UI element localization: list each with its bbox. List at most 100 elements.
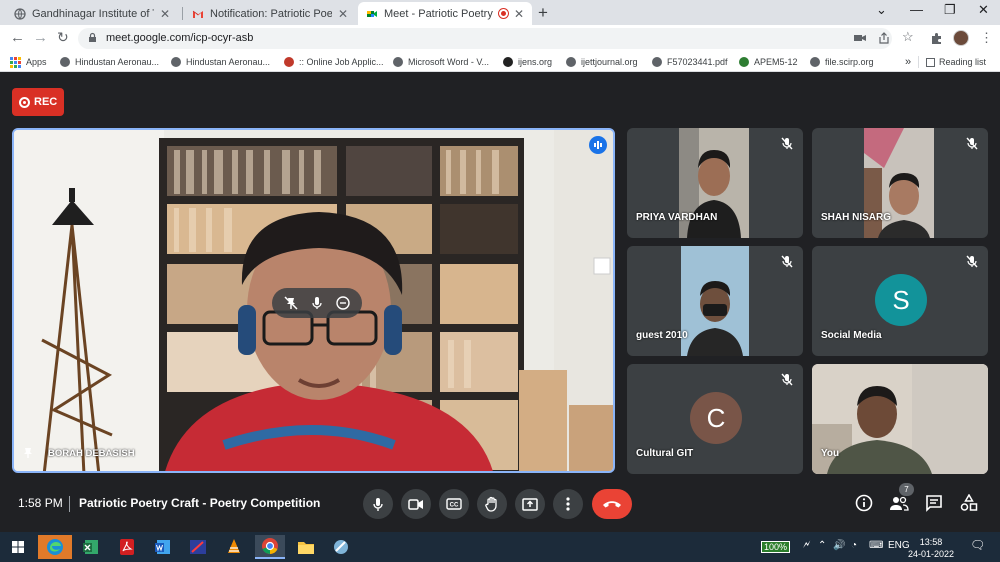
app-taskbar-button[interactable]: [326, 535, 356, 559]
menu-kebab-icon[interactable]: ⋮: [980, 30, 993, 46]
captions-icon: CC: [446, 498, 462, 510]
notification-icon[interactable]: 🗨: [970, 538, 985, 552]
meeting-controls-bar: 1:58 PM Patriotic Poetry Craft - Poetry …: [0, 485, 1000, 525]
battery-indicator[interactable]: 100%: [761, 541, 791, 553]
address-bar[interactable]: meet.google.com/icp-ocyr-asb: [78, 28, 892, 49]
meeting-details-icon[interactable]: [855, 494, 873, 512]
close-tab-icon[interactable]: ✕: [338, 7, 348, 21]
main-video-tile[interactable]: BORAH DEBASISH: [12, 128, 615, 473]
word-taskbar-button[interactable]: [148, 535, 178, 559]
present-button[interactable]: [515, 489, 545, 519]
site-icon: [503, 57, 513, 67]
leave-call-button[interactable]: [592, 489, 632, 519]
speaker-icon[interactable]: 🔊: [833, 540, 845, 551]
site-icon: [739, 57, 749, 67]
tab-title: Meet - Patriotic Poetry Craft: [384, 7, 495, 20]
meet-icon: [367, 10, 377, 17]
main-speaker-name: BORAH DEBASISH: [48, 447, 135, 459]
participant-tile-self[interactable]: You: [812, 364, 988, 474]
close-window-button[interactable]: ✕: [978, 2, 989, 18]
excel-taskbar-button[interactable]: [76, 535, 106, 559]
bookmark-item[interactable]: Microsoft Word - V...: [393, 55, 489, 69]
tab-notification[interactable]: Notification: Patriotic Poetry Craf ✕: [184, 2, 356, 25]
vlc-taskbar-button[interactable]: [219, 535, 249, 559]
microphone-button[interactable]: [363, 489, 393, 519]
bookmark-item[interactable]: APEM5-12: [739, 55, 798, 69]
people-icon[interactable]: [889, 494, 909, 512]
chat-icon[interactable]: [925, 494, 943, 512]
tab-title: Gandhinagar Institute of Technol: [32, 7, 154, 20]
edge-icon: [47, 539, 63, 555]
globe-icon: [393, 57, 403, 67]
close-tab-icon[interactable]: ✕: [160, 7, 170, 21]
file-explorer-taskbar-button[interactable]: [291, 535, 321, 559]
participant-tile[interactable]: S Social Media: [812, 246, 988, 356]
remove-icon[interactable]: [335, 296, 350, 310]
participant-tile[interactable]: PRIYA VARDHAN: [627, 128, 803, 238]
microphone-icon[interactable]: [311, 296, 323, 310]
bookmark-item[interactable]: F57023441.pdf: [652, 55, 728, 69]
edge-taskbar-button[interactable]: [38, 535, 72, 559]
bookmark-apps[interactable]: Apps: [10, 55, 47, 69]
muted-mic-icon: [781, 137, 793, 150]
more-options-button[interactable]: [553, 489, 583, 519]
tab-bar: Gandhinagar Institute of Technol ✕ Notif…: [0, 0, 1000, 25]
main-speaker-label: BORAH DEBASISH: [22, 447, 135, 459]
participant-name: Cultural GIT: [636, 448, 694, 459]
camera-in-use-icon[interactable]: [854, 33, 866, 43]
share-icon[interactable]: [878, 32, 890, 44]
globe-icon: [14, 7, 26, 20]
back-icon[interactable]: ←: [10, 29, 25, 46]
chrome-taskbar-button[interactable]: [255, 535, 285, 559]
participant-tile[interactable]: SHAH NISARG: [812, 128, 988, 238]
language-indicator[interactable]: ENG: [888, 540, 910, 551]
muted-mic-icon: [781, 373, 793, 386]
participant-name: You: [821, 448, 840, 459]
folder-icon: [298, 542, 314, 554]
wifi-icon[interactable]: ◔: [851, 540, 857, 551]
bookmark-item[interactable]: Hindustan Aeronau...: [60, 55, 159, 69]
raise-hand-button[interactable]: [477, 489, 507, 519]
avatar: C: [690, 392, 742, 444]
bookmark-item[interactable]: file.scirp.org: [810, 55, 874, 69]
more-bookmarks-button[interactable]: »: [905, 55, 911, 69]
bookmark-item[interactable]: Hindustan Aeronau...: [171, 55, 270, 69]
chevron-up-icon[interactable]: ⌃: [818, 540, 826, 551]
participant-video: [681, 246, 749, 356]
extensions-icon[interactable]: [930, 32, 943, 45]
bookmark-item[interactable]: ijettjournal.org: [566, 55, 638, 69]
windows-start-button[interactable]: [3, 535, 33, 559]
tab-search-icon[interactable]: ⌄: [876, 2, 887, 18]
bookmark-item[interactable]: :: Online Job Applic...: [284, 55, 384, 69]
app-taskbar-button[interactable]: [183, 535, 213, 559]
recording-badge[interactable]: REC: [12, 88, 64, 116]
participant-tile[interactable]: guest 2010: [627, 246, 803, 356]
recording-indicator-icon: [498, 9, 508, 18]
profile-avatar[interactable]: [953, 30, 969, 46]
captions-button[interactable]: CC: [439, 489, 469, 519]
new-tab-button[interactable]: +: [538, 3, 548, 23]
participant-tile[interactable]: C Cultural GIT: [627, 364, 803, 474]
power-icon[interactable]: 🗲: [803, 539, 810, 552]
reload-icon[interactable]: ↻: [57, 29, 69, 46]
pin-off-icon[interactable]: [284, 296, 298, 310]
bookmark-item[interactable]: ijens.org: [503, 55, 552, 69]
acrobat-taskbar-button[interactable]: [112, 535, 142, 559]
camera-button[interactable]: [401, 489, 431, 519]
tab-gandhinagar[interactable]: Gandhinagar Institute of Technol ✕: [6, 2, 178, 25]
reading-list-icon: [926, 57, 935, 67]
acrobat-icon: [120, 539, 134, 555]
keyboard-icon[interactable]: ⌨: [869, 540, 883, 551]
nav-bar: ← → ↻ meet.google.com/icp-ocyr-asb ☆ ⋮: [0, 25, 1000, 52]
apps-grid-icon: [10, 56, 21, 68]
maximize-button[interactable]: ❐: [944, 2, 956, 18]
minimize-button[interactable]: —: [910, 2, 923, 17]
app-icon: [190, 540, 206, 554]
bookmark-star-icon[interactable]: ☆: [902, 29, 914, 45]
close-tab-icon[interactable]: ✕: [514, 7, 524, 21]
forward-icon[interactable]: →: [33, 29, 48, 46]
activities-icon[interactable]: [960, 494, 978, 512]
reading-list-button[interactable]: Reading list: [926, 55, 986, 69]
tab-meet[interactable]: Meet - Patriotic Poetry Craft ✕: [358, 2, 532, 25]
clock[interactable]: 13:58 24-01-2022: [908, 536, 954, 560]
